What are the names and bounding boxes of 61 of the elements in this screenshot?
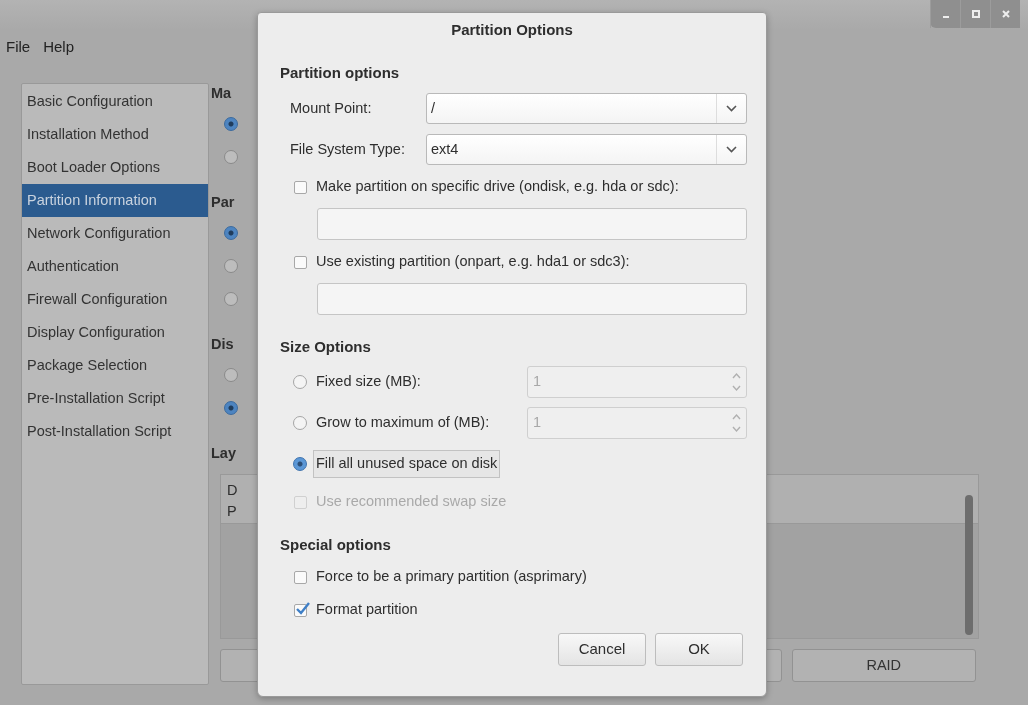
radio-button[interactable] — [293, 457, 307, 471]
section-heading: Dis — [211, 335, 234, 354]
close-icon[interactable] — [1000, 9, 1011, 19]
checkbox[interactable] — [294, 255, 307, 269]
checkbox-label: Make partition on specific drive (ondisk, e.g. hda or sdc): — [316, 177, 679, 197]
sidebar-item[interactable]: Pre-Installation Script — [22, 382, 208, 415]
text-field[interactable] — [317, 208, 747, 240]
section-heading: Partition options — [280, 63, 400, 83]
radio-button[interactable] — [224, 291, 238, 306]
raid-button[interactable]: RAID — [791, 649, 976, 682]
radio-button[interactable] — [293, 375, 307, 389]
radio-button[interactable] — [224, 400, 238, 415]
checkbox[interactable] — [294, 570, 307, 584]
field-label: File System Type: — [290, 139, 406, 159]
checkbox-label: Use existing partition (onpart, e.g. hda1 or sdc3): — [316, 252, 630, 272]
sidebar-item[interactable]: Network Configuration — [22, 217, 208, 250]
field-label: Mount Point: — [290, 98, 373, 118]
section-heading: Ma — [211, 84, 232, 103]
checkbox-label: Use recommended swap size — [316, 492, 507, 512]
sidebar-item[interactable]: Partition Information — [22, 184, 208, 217]
radio-button[interactable] — [224, 116, 238, 131]
chevron-down-icon — [726, 105, 737, 112]
section-heading: Size Options — [280, 337, 371, 357]
section-heading: Lay — [211, 444, 236, 463]
radio-button[interactable] — [224, 258, 238, 273]
radio-button[interactable] — [224, 149, 238, 164]
radio-button[interactable] — [293, 416, 307, 430]
spin-arrows-icon — [731, 412, 741, 434]
sidebar-item[interactable]: Firewall Configuration — [22, 283, 208, 316]
dialog-button[interactable]: OK — [655, 633, 743, 666]
checkbox-label: Format partition — [316, 600, 418, 620]
chevron-down-icon — [726, 146, 737, 153]
list-text: D — [227, 481, 238, 500]
text-field[interactable] — [317, 283, 747, 315]
sidebar-item[interactable]: Post-Installation Script — [22, 415, 208, 448]
radio-label: Grow to maximum of (MB): — [315, 413, 491, 433]
sidebar-item[interactable]: Boot Loader Options — [22, 151, 208, 184]
dropdown-field[interactable]: / — [426, 93, 747, 124]
radio-button[interactable] — [224, 367, 238, 382]
spin-arrows-icon — [731, 371, 741, 393]
menu-item[interactable]: Help — [43, 35, 75, 59]
dialog-button[interactable]: Cancel — [558, 633, 646, 666]
section-heading: Par — [211, 193, 235, 212]
radio-label: Fixed size (MB): — [315, 372, 422, 392]
list-text: P — [227, 502, 237, 521]
dialog-title: Partition Options — [450, 20, 574, 40]
radio-button[interactable] — [224, 225, 238, 240]
sidebar-item[interactable]: Installation Method — [22, 118, 208, 151]
sidebar-item[interactable]: Authentication — [22, 250, 208, 283]
sidebar-item[interactable]: Package Selection — [22, 349, 208, 382]
dropdown-field[interactable]: ext4 — [426, 134, 747, 165]
menu-item[interactable]: File — [6, 35, 31, 59]
section-heading: Special options — [280, 535, 391, 555]
sidebar-item[interactable]: Display Configuration — [22, 316, 208, 349]
checkbox[interactable] — [294, 603, 307, 617]
scrollbar-thumb[interactable] — [965, 495, 973, 635]
maximize-icon[interactable] — [970, 9, 981, 19]
radio-label: Fill all unused space on disk — [313, 450, 501, 478]
checkbox-label: Force to be a primary partition (asprimary) — [316, 567, 587, 587]
sidebar-item[interactable]: Basic Configuration — [22, 85, 208, 118]
checkbox[interactable] — [294, 180, 307, 194]
